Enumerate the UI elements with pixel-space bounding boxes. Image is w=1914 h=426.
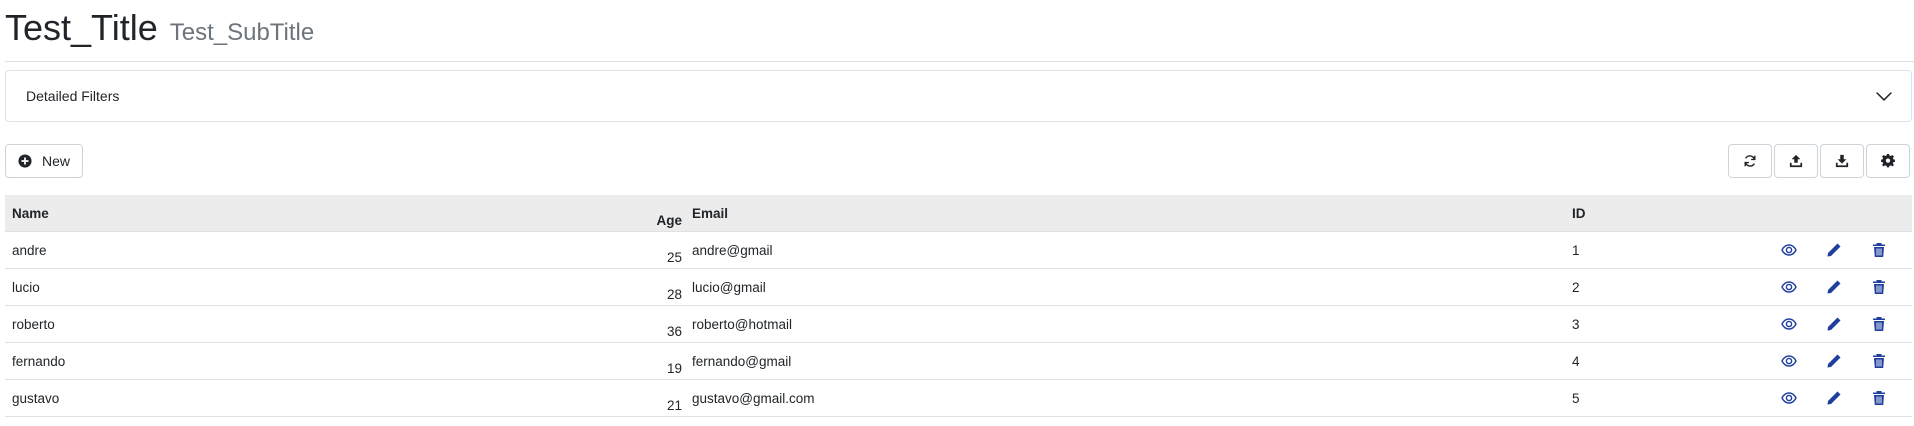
row-actions [1752, 351, 1912, 371]
table-row: fernando 19 fernando@gmail 4 [5, 343, 1912, 380]
download-icon [1835, 154, 1849, 168]
data-table: Name Age Email ID andre 25 andre@gmail 1 luc… [5, 195, 1912, 417]
pencil-icon [1827, 317, 1840, 331]
plus-circle-icon [18, 154, 32, 168]
delete-button[interactable] [1856, 277, 1901, 297]
table-row: andre 25 andre@gmail 1 [5, 232, 1912, 269]
gear-icon [1881, 154, 1895, 168]
delete-button[interactable] [1856, 240, 1901, 260]
eye-icon [1780, 281, 1797, 293]
column-header-name[interactable]: Name [5, 206, 692, 221]
title-divider [5, 61, 1914, 62]
cell-id: 4 [1572, 353, 1580, 369]
delete-button[interactable] [1856, 314, 1901, 334]
eye-icon [1780, 355, 1797, 367]
edit-button[interactable] [1811, 351, 1856, 371]
cell-email: lucio@gmail [692, 279, 766, 295]
table-row: gustavo 21 gustavo@gmail.com 5 [5, 380, 1912, 417]
eye-icon [1780, 244, 1797, 256]
page-header: Test_Title Test_SubTitle [5, 0, 314, 66]
cell-age-value: 25 [666, 250, 682, 265]
table-row: lucio 28 lucio@gmail 2 [5, 269, 1912, 306]
pencil-icon [1827, 280, 1840, 294]
row-actions [1752, 277, 1912, 297]
cell-name: fernando [12, 353, 66, 369]
row-actions [1752, 388, 1912, 408]
new-button[interactable]: New [5, 144, 83, 178]
cell-age-value: 19 [666, 361, 682, 376]
edit-button[interactable] [1811, 388, 1856, 408]
cell-id: 2 [1572, 279, 1580, 295]
eye-icon [1780, 318, 1797, 330]
chevron-down-icon[interactable] [1875, 87, 1893, 105]
cell-email: gustavo@gmail.com [692, 390, 815, 406]
column-header-email[interactable]: Email [692, 206, 1572, 221]
pencil-icon [1827, 243, 1840, 257]
view-button[interactable] [1766, 277, 1811, 297]
edit-button[interactable] [1811, 240, 1856, 260]
trash-icon [1872, 317, 1885, 331]
view-button[interactable] [1766, 388, 1811, 408]
detailed-filters-label: Detailed Filters [26, 88, 120, 104]
column-header-age-label: Age [656, 213, 682, 228]
table-body: andre 25 andre@gmail 1 lucio 28 lucio@gmail 2 ro… [5, 232, 1912, 417]
pencil-icon [1827, 391, 1840, 405]
table-row: roberto 36 roberto@hotmail 3 [5, 306, 1912, 343]
page-title: Test_Title [5, 7, 158, 48]
page-subtitle: Test_SubTitle [169, 19, 315, 46]
view-button[interactable] [1766, 351, 1811, 371]
view-button[interactable] [1766, 240, 1811, 260]
cell-name: lucio [12, 279, 40, 295]
pencil-icon [1827, 354, 1840, 368]
edit-button[interactable] [1811, 314, 1856, 334]
cell-age-value: 28 [666, 287, 682, 302]
cell-age-value: 21 [666, 398, 682, 413]
refresh-button[interactable] [1728, 144, 1772, 178]
trash-icon [1872, 280, 1885, 294]
cell-age-value: 36 [666, 324, 682, 339]
trash-icon [1872, 391, 1885, 405]
cell-id: 3 [1572, 316, 1580, 332]
eye-icon [1780, 392, 1797, 404]
cell-id: 5 [1572, 390, 1580, 406]
refresh-icon [1744, 155, 1756, 167]
detailed-filters-panel[interactable]: Detailed Filters [5, 70, 1912, 122]
settings-button[interactable] [1866, 144, 1910, 178]
cell-email: roberto@hotmail [692, 316, 792, 332]
cell-name: andre [12, 242, 47, 258]
view-button[interactable] [1766, 314, 1811, 334]
page: Test_Title Test_SubTitle Detailed Filter… [0, 0, 1914, 426]
row-actions [1752, 314, 1912, 334]
trash-icon [1872, 354, 1885, 368]
delete-button[interactable] [1856, 351, 1901, 371]
cell-id: 1 [1572, 242, 1580, 258]
cell-email: andre@gmail [692, 242, 773, 258]
edit-button[interactable] [1811, 277, 1856, 297]
row-actions [1752, 240, 1912, 260]
delete-button[interactable] [1856, 388, 1901, 408]
table-header: Name Age Email ID [5, 195, 1912, 232]
new-button-label: New [41, 153, 70, 169]
column-header-id[interactable]: ID [1572, 206, 1752, 221]
cell-name: gustavo [12, 390, 60, 406]
upload-icon [1789, 154, 1803, 168]
cell-name: roberto [12, 316, 55, 332]
trash-icon [1872, 243, 1885, 257]
download-button[interactable] [1820, 144, 1864, 178]
cell-email: fernando@gmail [692, 353, 792, 369]
upload-button[interactable] [1774, 144, 1818, 178]
